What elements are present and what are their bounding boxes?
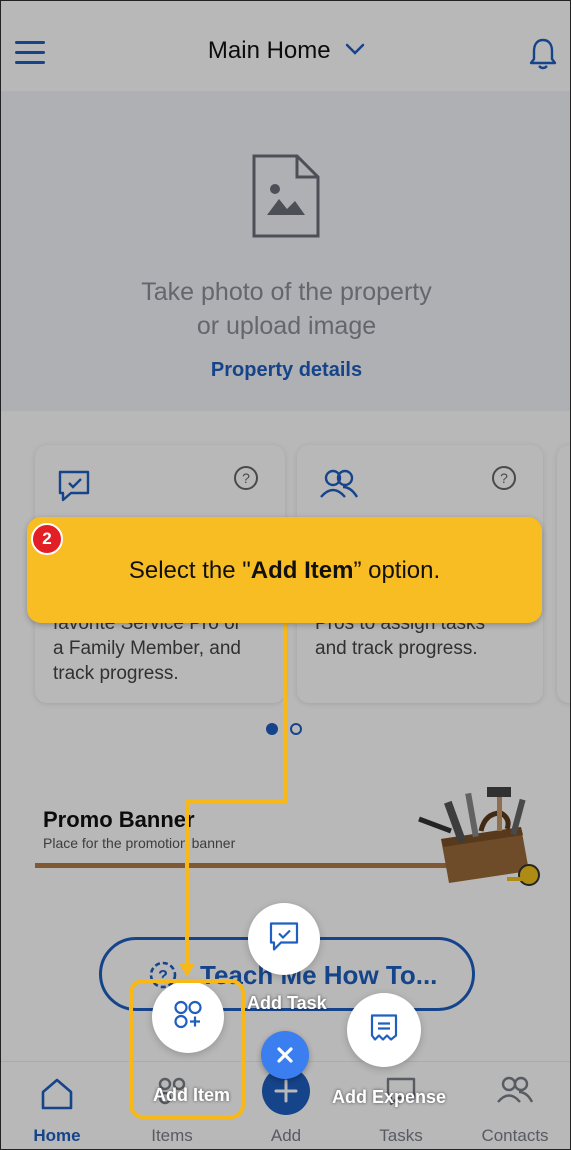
callout-text: Select the "Add Item” option.	[27, 557, 542, 585]
callout-text-prefix: Select the "	[128, 557, 251, 584]
step-badge: 2	[31, 523, 63, 555]
callout-text-bold: Add Item	[250, 557, 354, 584]
app-screen: Main Home Take photo of the property or …	[0, 0, 571, 1150]
callout-text-suffix: ” option.	[353, 557, 441, 584]
instruction-callout: 2 Select the "Add Item” option.	[27, 517, 542, 623]
